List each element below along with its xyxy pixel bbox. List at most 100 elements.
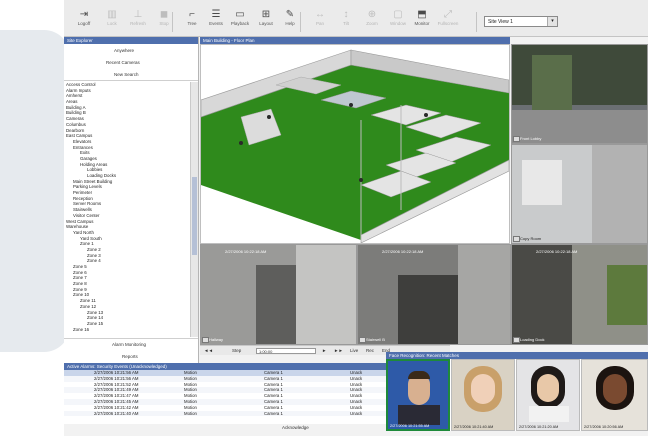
- toolbar-button-label: Zoom: [366, 21, 378, 26]
- camera-layout-select[interactable]: Site View 1 ▾: [484, 16, 558, 27]
- toolbar-button-label: Tilt: [343, 21, 349, 26]
- toolbar-button-refresh[interactable]: ⊥ Refresh: [126, 9, 150, 33]
- toolbar-button-help[interactable]: ✎ Help: [278, 9, 302, 33]
- tree-scrollbar-thumb[interactable]: [192, 177, 197, 255]
- live-button[interactable]: Live: [350, 346, 358, 355]
- camera-4-menu-button[interactable]: [359, 337, 366, 343]
- pan-icon: ↔: [315, 9, 325, 20]
- face-match-1-caption: 2/27/2006 10:21:55 AM: [390, 423, 430, 428]
- camera-3-menu-button[interactable]: [202, 337, 209, 343]
- camera-1-label: Front Lobby: [520, 136, 542, 141]
- toolbar-button-playback[interactable]: ▭ Playback: [228, 9, 252, 33]
- toolbar-separator: [300, 12, 301, 32]
- left-bottom-buttons: Alarm Monitoring Reports: [64, 338, 198, 364]
- main-toolbar: ⇥ Logoff ▥ Lock ⊥ Refresh ◼ Stop ⌐ Tree ☰ Events ▭ Pl…: [64, 0, 648, 37]
- fast-forward-button[interactable]: ►►: [334, 346, 343, 355]
- camera-4-timestamp: 2/27/2006 10:22:18 AM: [382, 249, 424, 254]
- camera-2-menu-button[interactable]: [513, 236, 520, 242]
- site-explorer-header: Site Explorer: [64, 37, 198, 44]
- tree-scrollbar[interactable]: [190, 82, 198, 337]
- decorative-backdrop: [0, 30, 70, 352]
- reports-button[interactable]: Reports: [122, 354, 138, 359]
- quick-item-new-search[interactable]: New Search: [114, 72, 139, 77]
- play-button[interactable]: ►: [322, 346, 326, 355]
- camera-tile-2[interactable]: Copy Room: [511, 144, 648, 244]
- toolbar-button-fullscreen[interactable]: ⤢ Fullscreen: [436, 9, 460, 33]
- tree-icon: ⌐: [189, 9, 195, 20]
- camera-3-timestamp: 2/27/2006 10:22:18 AM: [225, 249, 267, 254]
- toolbar-button-label: Lock: [107, 21, 117, 26]
- step-label: Step: [232, 348, 242, 353]
- faces-header: Face Recognition: Recent Matches: [386, 352, 648, 359]
- playback-icon: ▭: [235, 9, 245, 20]
- toolbar-button-layout[interactable]: ⊞ Layout: [254, 9, 278, 33]
- toolbar-button-monitor[interactable]: ⬒ Monitor: [410, 9, 434, 33]
- alarms-header: Active Alarms: Security Events (Unacknow…: [64, 363, 386, 370]
- camera-5-menu-button[interactable]: [513, 337, 520, 343]
- toolbar-separator: [172, 12, 173, 32]
- quick-item-anywhere[interactable]: Anywhere: [114, 48, 134, 53]
- tilt-icon: ↕: [343, 9, 349, 20]
- face-match-3-caption: 2/27/2006 10:21:20 AM: [519, 424, 559, 429]
- face-match-2[interactable]: 2/27/2006 10:21:40 AM: [451, 359, 515, 431]
- alarm-status: Unack: [350, 410, 363, 416]
- toolbar-button-label: Monitor: [414, 21, 430, 26]
- toolbar-button-logoff[interactable]: ⇥ Logoff: [72, 9, 96, 33]
- quick-item-recent-cameras[interactable]: Recent Cameras: [106, 60, 140, 65]
- tree-item[interactable]: Zone 16: [64, 327, 190, 333]
- alarm-time: 2/27/2006 10:21:40 AM: [94, 410, 139, 416]
- toolbar-button-label: Layout: [259, 21, 273, 26]
- toolbar-button-tree[interactable]: ⌐ Tree: [180, 9, 204, 33]
- alarm-monitoring-button[interactable]: Alarm Monitoring: [112, 342, 146, 347]
- camera-tile-4[interactable]: 2/27/2006 10:22:18 AM Stairwell B: [357, 244, 511, 345]
- toolbar-button-label: Tree: [187, 21, 197, 26]
- alarm-type: Motion: [184, 410, 197, 416]
- toolbar-button-label: Playback: [230, 21, 250, 26]
- chevron-down-icon[interactable]: ▾: [547, 17, 557, 26]
- camera-tile-1[interactable]: Front Lobby: [511, 44, 648, 144]
- camera-5-timestamp: 2/27/2006 10:22:18 AM: [536, 249, 578, 254]
- alarm-source: Camera 1: [264, 410, 283, 416]
- toolbar-button-tilt[interactable]: ↕ Tilt: [334, 9, 358, 33]
- fullscreen-icon: ⤢: [444, 9, 452, 20]
- toolbar-button-label: Logoff: [77, 21, 91, 26]
- site-explorer-panel: Site Explorer Anywhere Recent Cameras Ne…: [64, 37, 199, 363]
- floor-plan-3d-view[interactable]: [200, 44, 510, 244]
- window-icon: ▢: [393, 9, 403, 20]
- zoom-icon: ⊕: [367, 9, 377, 20]
- refresh-icon: ⊥: [133, 9, 143, 20]
- rewind-button[interactable]: ◄◄: [204, 346, 213, 355]
- toolbar-button-label: Help: [285, 21, 295, 26]
- camera-2-label: Copy Room: [520, 236, 542, 241]
- camera-tile-5[interactable]: 2/27/2006 10:22:18 AM Loading Dock: [511, 244, 648, 345]
- toolbar-button-label: Window: [389, 21, 406, 26]
- camera-1-menu-button[interactable]: [513, 136, 520, 142]
- face-match-4[interactable]: 2/27/2006 10:20:56 AM: [581, 359, 648, 431]
- alarms-list: 2/27/2006 10:21:56 AM Motion Camera 1 Unack…: [64, 370, 386, 424]
- site-tree: Access Control Alarm Inputs Amherst Areas Bu…: [64, 82, 190, 337]
- toolbar-button-zoom[interactable]: ⊕ Zoom: [360, 9, 384, 33]
- camera-3-label: Hallway: [209, 337, 224, 342]
- layout-icon: ⊞: [261, 9, 271, 20]
- camera-5-label: Loading Dock: [520, 337, 545, 342]
- toolbar-button-pan[interactable]: ↔ Pan: [308, 9, 332, 33]
- events-icon: ☰: [211, 9, 221, 20]
- face-match-3[interactable]: 2/27/2006 10:21:20 AM: [516, 359, 580, 431]
- camera-tile-3[interactable]: 2/27/2006 10:22:18 AM Hallway: [200, 244, 357, 345]
- toolbar-button-label: Events: [209, 21, 223, 26]
- toolbar-button-lock[interactable]: ▥ Lock: [100, 9, 124, 33]
- playback-time-select[interactable]: 1:00:00: [256, 348, 316, 354]
- toolbar-separator: [476, 12, 477, 32]
- acknowledge-button[interactable]: Acknowledge: [282, 424, 314, 432]
- face-match-2-caption: 2/27/2006 10:21:40 AM: [454, 424, 494, 429]
- record-button[interactable]: Rec: [366, 346, 374, 355]
- application-window: ⇥ Logoff ▥ Lock ⊥ Refresh ◼ Stop ⌐ Tree ☰ Events ▭ Pl…: [64, 0, 648, 436]
- toolbar-button-events[interactable]: ☰ Events: [204, 9, 228, 33]
- face-match-1[interactable]: 2/27/2006 10:21:55 AM: [386, 359, 450, 431]
- camera-layout-select-value: Site View 1: [488, 19, 513, 25]
- lock-icon: ▥: [107, 9, 117, 20]
- alarm-row[interactable]: 2/27/2006 10:21:40 AM Motion Camera 1 Unack: [64, 410, 386, 417]
- camera-4-label: Stairwell B: [366, 337, 385, 342]
- toolbar-button-window[interactable]: ▢ Window: [386, 9, 410, 33]
- face-match-4-caption: 2/27/2006 10:20:56 AM: [584, 424, 624, 429]
